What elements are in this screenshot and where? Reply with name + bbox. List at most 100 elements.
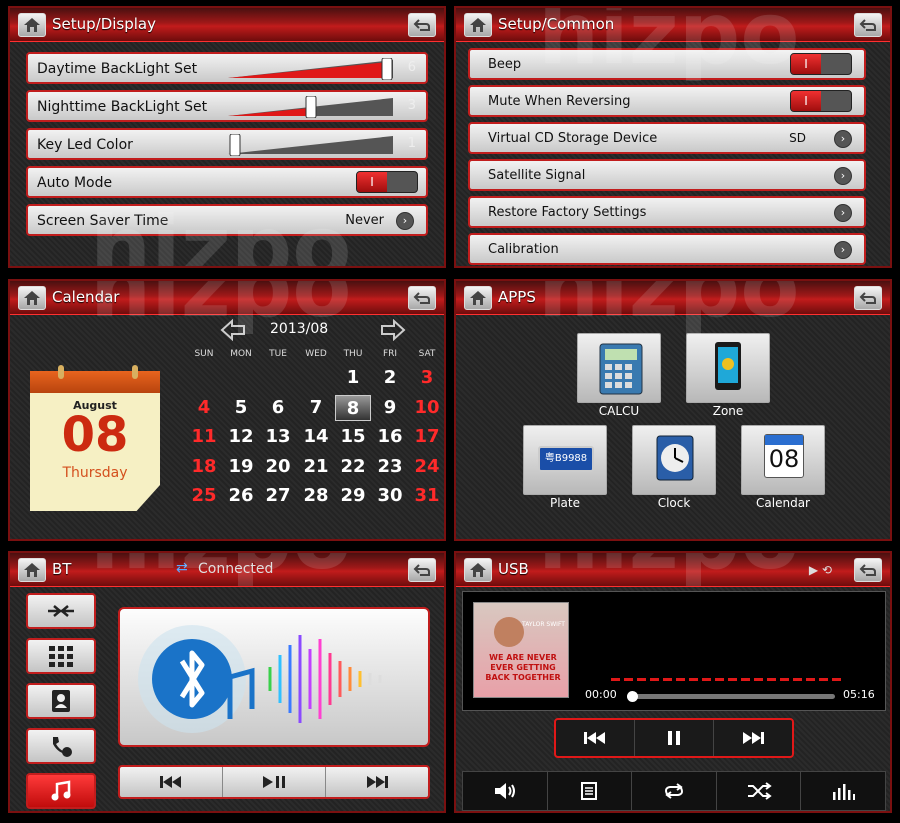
calendar-day[interactable]: 17 <box>409 424 444 450</box>
back-button[interactable] <box>408 286 436 310</box>
beep-toggle[interactable]: I <box>790 53 852 75</box>
back-button[interactable] <box>408 558 436 582</box>
contacts-button[interactable] <box>26 683 96 719</box>
calendar-day[interactable]: 21 <box>298 454 334 480</box>
bt-music-button[interactable] <box>26 773 96 809</box>
calendar-day[interactable]: 18 <box>186 454 222 480</box>
bt-connect-button[interactable] <box>26 593 96 629</box>
calendar-panel: Calendar 2013/08 August 08 Thursday SUN M… <box>8 279 446 541</box>
daytime-backlight-slider[interactable] <box>228 58 393 80</box>
restore-factory-row[interactable]: Restore Factory Settings › <box>468 196 866 228</box>
back-button[interactable] <box>408 13 436 37</box>
calendar-day[interactable]: 23 <box>372 454 408 480</box>
month-label: 2013/08 <box>270 321 329 337</box>
calendar-day[interactable]: 20 <box>260 454 296 480</box>
calendar-day[interactable]: 3 <box>409 365 444 391</box>
home-button[interactable] <box>18 13 46 37</box>
calendar-day[interactable]: 5 <box>223 395 259 421</box>
key-led-color-row[interactable]: Key Led Color 1 <box>26 128 428 160</box>
home-icon <box>470 563 486 577</box>
calendar-day[interactable]: 10 <box>409 395 444 421</box>
prev-month-arrow-icon[interactable] <box>220 319 246 341</box>
calendar-day[interactable]: 30 <box>372 483 408 509</box>
shuffle-button[interactable] <box>717 772 802 810</box>
calendar-day[interactable]: 7 <box>298 395 334 421</box>
previous-track-button[interactable] <box>556 720 635 756</box>
virtual-cd-row[interactable]: Virtual CD Storage Device SD › <box>468 122 866 154</box>
next-track-button[interactable] <box>326 767 428 797</box>
play-pause-button[interactable] <box>223 767 326 797</box>
calendar-day[interactable]: 31 <box>409 483 444 509</box>
panel-header: Setup/Display <box>10 8 444 42</box>
calendar-day[interactable]: 14 <box>298 424 334 450</box>
nighttime-backlight-slider[interactable] <box>228 96 393 118</box>
back-button[interactable] <box>854 13 882 37</box>
auto-mode-toggle[interactable]: I <box>356 171 418 193</box>
calendar-day[interactable]: 29 <box>335 483 371 509</box>
calendar-day[interactable]: 27 <box>260 483 296 509</box>
zone-app-button[interactable] <box>686 333 770 403</box>
dialpad-button[interactable] <box>26 638 96 674</box>
calendar-day[interactable]: 11 <box>186 424 222 450</box>
pause-button[interactable] <box>635 720 714 756</box>
calendar-day[interactable]: 22 <box>335 454 371 480</box>
calendar-day[interactable]: 15 <box>335 424 371 450</box>
toggle-on-indicator: I <box>791 91 821 111</box>
skip-back-icon <box>160 776 181 788</box>
slider-value: 3 <box>407 98 416 113</box>
back-button[interactable] <box>854 558 882 582</box>
calendar-day[interactable]: 9 <box>372 395 408 421</box>
calendar-day[interactable]: 28 <box>298 483 334 509</box>
daytime-backlight-row[interactable]: Daytime BackLight Set 6 <box>26 52 428 84</box>
calendar-day[interactable]: 26 <box>223 483 259 509</box>
calendar-day[interactable]: 24 <box>409 454 444 480</box>
calendar-day[interactable]: 19 <box>223 454 259 480</box>
calendar-day[interactable]: 6 <box>260 395 296 421</box>
playlist-button[interactable] <box>548 772 633 810</box>
row-label: Restore Factory Settings <box>488 205 647 220</box>
album-art: TAYLOR SWIFT WE ARE NEVER EVER GETTING B… <box>473 602 569 698</box>
home-button[interactable] <box>464 558 492 582</box>
screen-saver-row[interactable]: Screen Saver Time Never › <box>26 204 428 236</box>
home-button[interactable] <box>464 13 492 37</box>
usb-playback-controls <box>554 718 794 758</box>
calendar-day[interactable]: 25 <box>186 483 222 509</box>
mute-when-reversing-row[interactable]: Mute When Reversing I <box>468 85 866 117</box>
weekday-header: MON <box>230 349 252 359</box>
calculator-app-button[interactable] <box>577 333 661 403</box>
home-button[interactable] <box>18 286 46 310</box>
auto-mode-row[interactable]: Auto Mode I <box>26 166 428 198</box>
beep-row[interactable]: Beep I <box>468 48 866 80</box>
calendar-day[interactable]: 12 <box>223 424 259 450</box>
satellite-signal-row[interactable]: Satellite Signal › <box>468 159 866 191</box>
calendar-app-button[interactable]: 08 <box>741 425 825 495</box>
plate-app-button[interactable]: 粤B9988 <box>523 425 607 495</box>
calendar-day[interactable]: 1 <box>335 365 371 391</box>
clock-app-button[interactable] <box>632 425 716 495</box>
previous-track-button[interactable] <box>120 767 223 797</box>
calendar-day[interactable]: 8 <box>335 394 371 421</box>
calendar-page-icon: August 08 Thursday <box>30 365 166 513</box>
calendar-day[interactable]: 16 <box>372 424 408 450</box>
home-icon <box>470 18 486 32</box>
calendar-day[interactable]: 13 <box>260 424 296 450</box>
row-label: Virtual CD Storage Device <box>488 131 658 146</box>
call-log-button[interactable] <box>26 728 96 764</box>
calendar-day[interactable]: 4 <box>186 395 222 421</box>
repeat-button[interactable] <box>632 772 717 810</box>
back-button[interactable] <box>854 286 882 310</box>
home-button[interactable] <box>464 286 492 310</box>
dialpad-icon <box>49 646 73 667</box>
next-track-button[interactable] <box>714 720 792 756</box>
calibration-row[interactable]: Calibration › <box>468 233 866 265</box>
key-led-color-slider[interactable] <box>228 134 393 156</box>
progress-bar[interactable] <box>627 691 835 702</box>
volume-button[interactable] <box>463 772 548 810</box>
mute-reversing-toggle[interactable]: I <box>790 90 852 112</box>
nighttime-backlight-row[interactable]: Nighttime BackLight Set 3 <box>26 90 428 122</box>
home-button[interactable] <box>18 558 46 582</box>
progress-knob[interactable] <box>627 691 638 702</box>
next-month-arrow-icon[interactable] <box>380 319 406 341</box>
calendar-day[interactable]: 2 <box>372 365 408 391</box>
equalizer-button[interactable] <box>801 772 885 810</box>
